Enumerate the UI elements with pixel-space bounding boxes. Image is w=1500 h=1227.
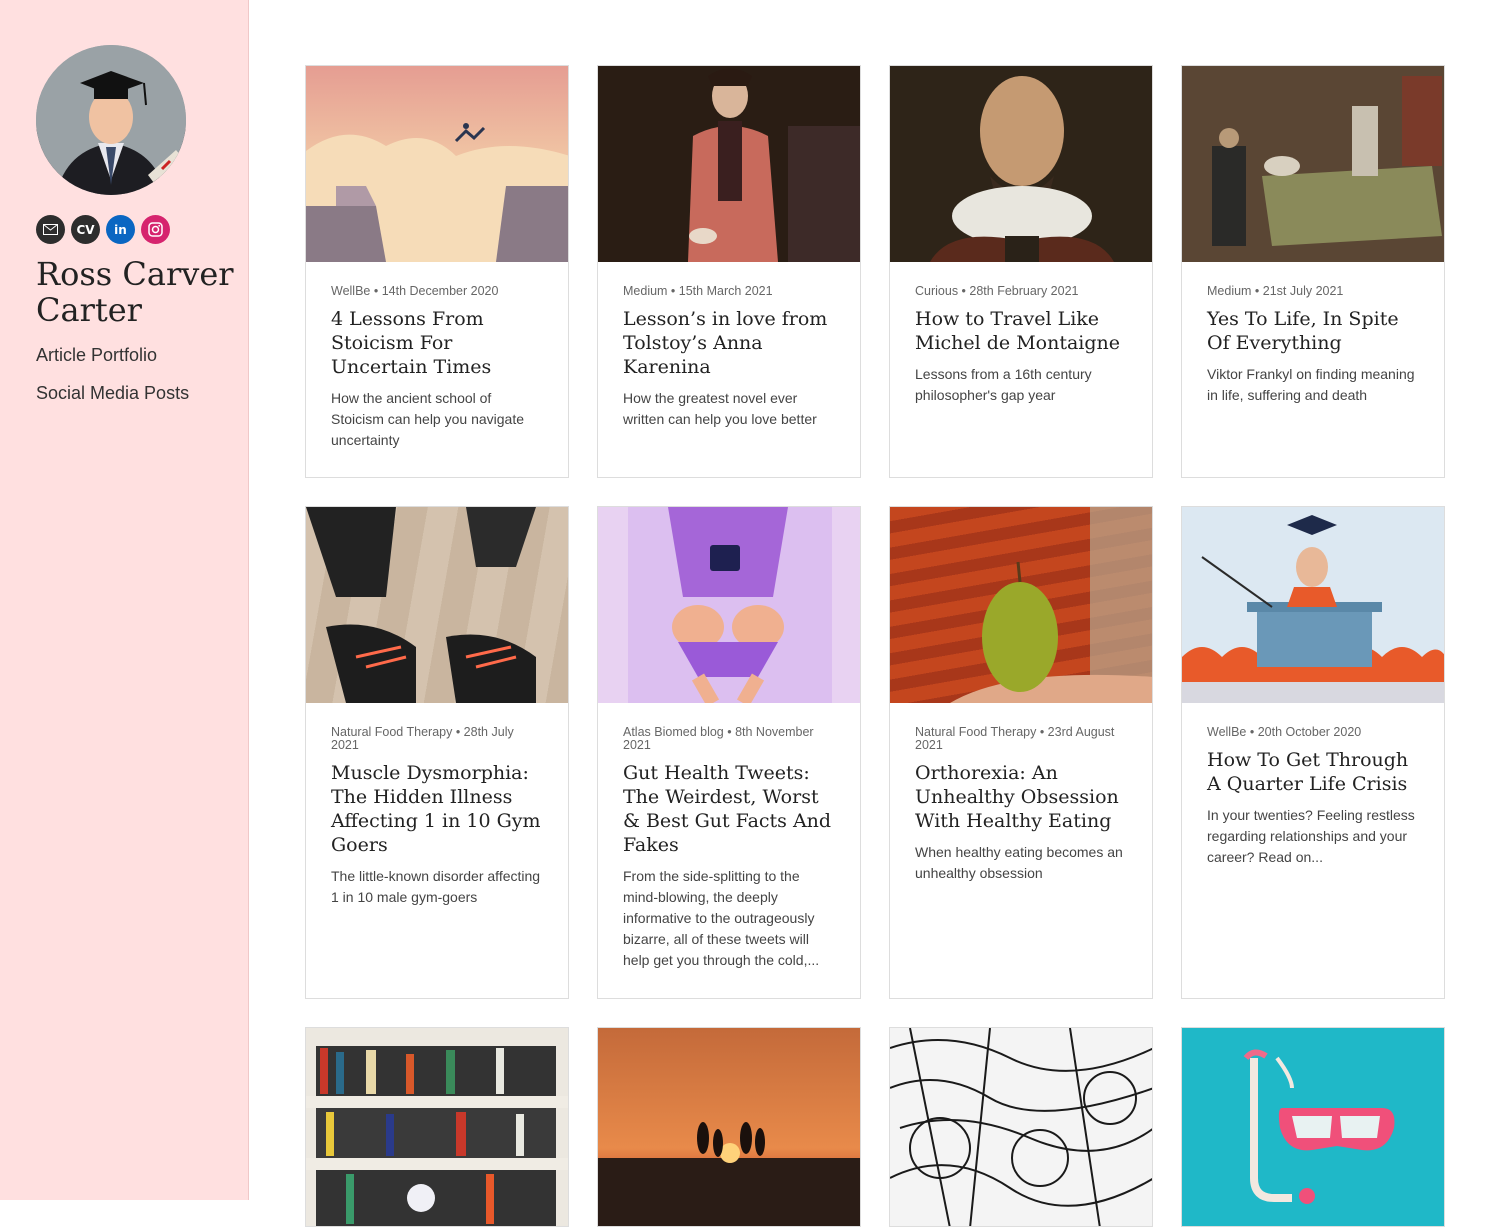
- article-image: [306, 66, 568, 262]
- sidebar: CV in Ross Carver Carter Article Portfol…: [0, 0, 249, 1200]
- article-description: In your twenties? Feeling restless regar…: [1207, 807, 1415, 865]
- article-meta: Medium • 15th March 2021: [623, 284, 773, 298]
- article-card[interactable]: [1181, 1027, 1445, 1227]
- article-image: [890, 507, 1152, 703]
- nav-item-article-portfolio[interactable]: Article Portfolio: [36, 345, 189, 366]
- article-meta: Natural Food Therapy • 23rd August 2021: [915, 725, 1115, 752]
- article-image: [306, 1028, 568, 1226]
- article-title[interactable]: Yes To Life, In Spite Of Everything: [1207, 307, 1419, 355]
- article-title[interactable]: Orthorexia: An Unhealthy Obsession With …: [915, 761, 1127, 833]
- article-title[interactable]: Gut Health Tweets: The Weirdest, Worst &…: [623, 761, 835, 857]
- article-title[interactable]: How To Get Through A Quarter Life Crisis: [1207, 748, 1419, 796]
- article-description: How the ancient school of Stoicism can h…: [331, 390, 524, 448]
- article-image: [598, 507, 860, 703]
- article-card[interactable]: [597, 1027, 861, 1227]
- article-card[interactable]: Atlas Biomed blog • 8th November 2021 Gu…: [597, 506, 861, 999]
- article-card[interactable]: [305, 1027, 569, 1227]
- article-meta: Medium • 21st July 2021: [1207, 284, 1344, 298]
- article-meta: Natural Food Therapy • 28th July 2021: [331, 725, 514, 752]
- article-description: How the greatest novel ever written can …: [623, 390, 817, 427]
- article-meta: WellBe • 20th October 2020: [1207, 725, 1362, 739]
- article-description: Lessons from a 16th century philosopher'…: [915, 366, 1092, 403]
- article-image: [1182, 1028, 1444, 1226]
- article-description: From the side-splitting to the mind-blow…: [623, 868, 820, 968]
- article-description: Viktor Frankyl on finding meaning in lif…: [1207, 366, 1415, 403]
- profile-name: Ross Carver Carter: [36, 255, 234, 329]
- article-title[interactable]: 4 Lessons From Stoicism For Uncertain Ti…: [331, 307, 543, 379]
- article-title[interactable]: How to Travel Like Michel de Montaigne: [915, 307, 1127, 355]
- article-card[interactable]: WellBe • 14th December 2020 4 Lessons Fr…: [305, 65, 569, 478]
- article-description: The little-known disorder affecting 1 in…: [331, 868, 541, 905]
- article-card[interactable]: [889, 1027, 1153, 1227]
- article-card[interactable]: Medium • 21st July 2021 Yes To Life, In …: [1181, 65, 1445, 478]
- article-card[interactable]: Curious • 28th February 2021 How to Trav…: [889, 65, 1153, 478]
- article-meta: WellBe • 14th December 2020: [331, 284, 499, 298]
- social-links: CV in: [36, 215, 170, 244]
- article-image: [890, 1028, 1152, 1226]
- article-image: [1182, 507, 1444, 703]
- mail-icon[interactable]: [36, 215, 65, 244]
- article-meta: Atlas Biomed blog • 8th November 2021: [623, 725, 814, 752]
- article-card[interactable]: Natural Food Therapy • 23rd August 2021 …: [889, 506, 1153, 999]
- article-title[interactable]: Muscle Dysmorphia: The Hidden Illness Af…: [331, 761, 543, 857]
- article-card[interactable]: WellBe • 20th October 2020 How To Get Th…: [1181, 506, 1445, 999]
- article-card[interactable]: Medium • 15th March 2021 Lesson’s in lov…: [597, 65, 861, 478]
- article-image: [306, 507, 568, 703]
- article-title[interactable]: Lesson’s in love from Tolstoy’s Anna Kar…: [623, 307, 835, 379]
- article-image: [598, 66, 860, 262]
- cv-icon[interactable]: CV: [71, 215, 100, 244]
- nav-item-social-media-posts[interactable]: Social Media Posts: [36, 383, 189, 404]
- article-meta: Curious • 28th February 2021: [915, 284, 1079, 298]
- article-card[interactable]: Natural Food Therapy • 28th July 2021 Mu…: [305, 506, 569, 999]
- article-description: When healthy eating becomes an unhealthy…: [915, 844, 1123, 881]
- article-image: [890, 66, 1152, 262]
- article-image: [598, 1028, 860, 1226]
- profile-avatar[interactable]: [36, 45, 186, 195]
- linkedin-icon[interactable]: in: [106, 215, 135, 244]
- instagram-icon[interactable]: [141, 215, 170, 244]
- article-image: [1182, 66, 1444, 262]
- sidebar-nav: Article Portfolio Social Media Posts: [36, 345, 189, 421]
